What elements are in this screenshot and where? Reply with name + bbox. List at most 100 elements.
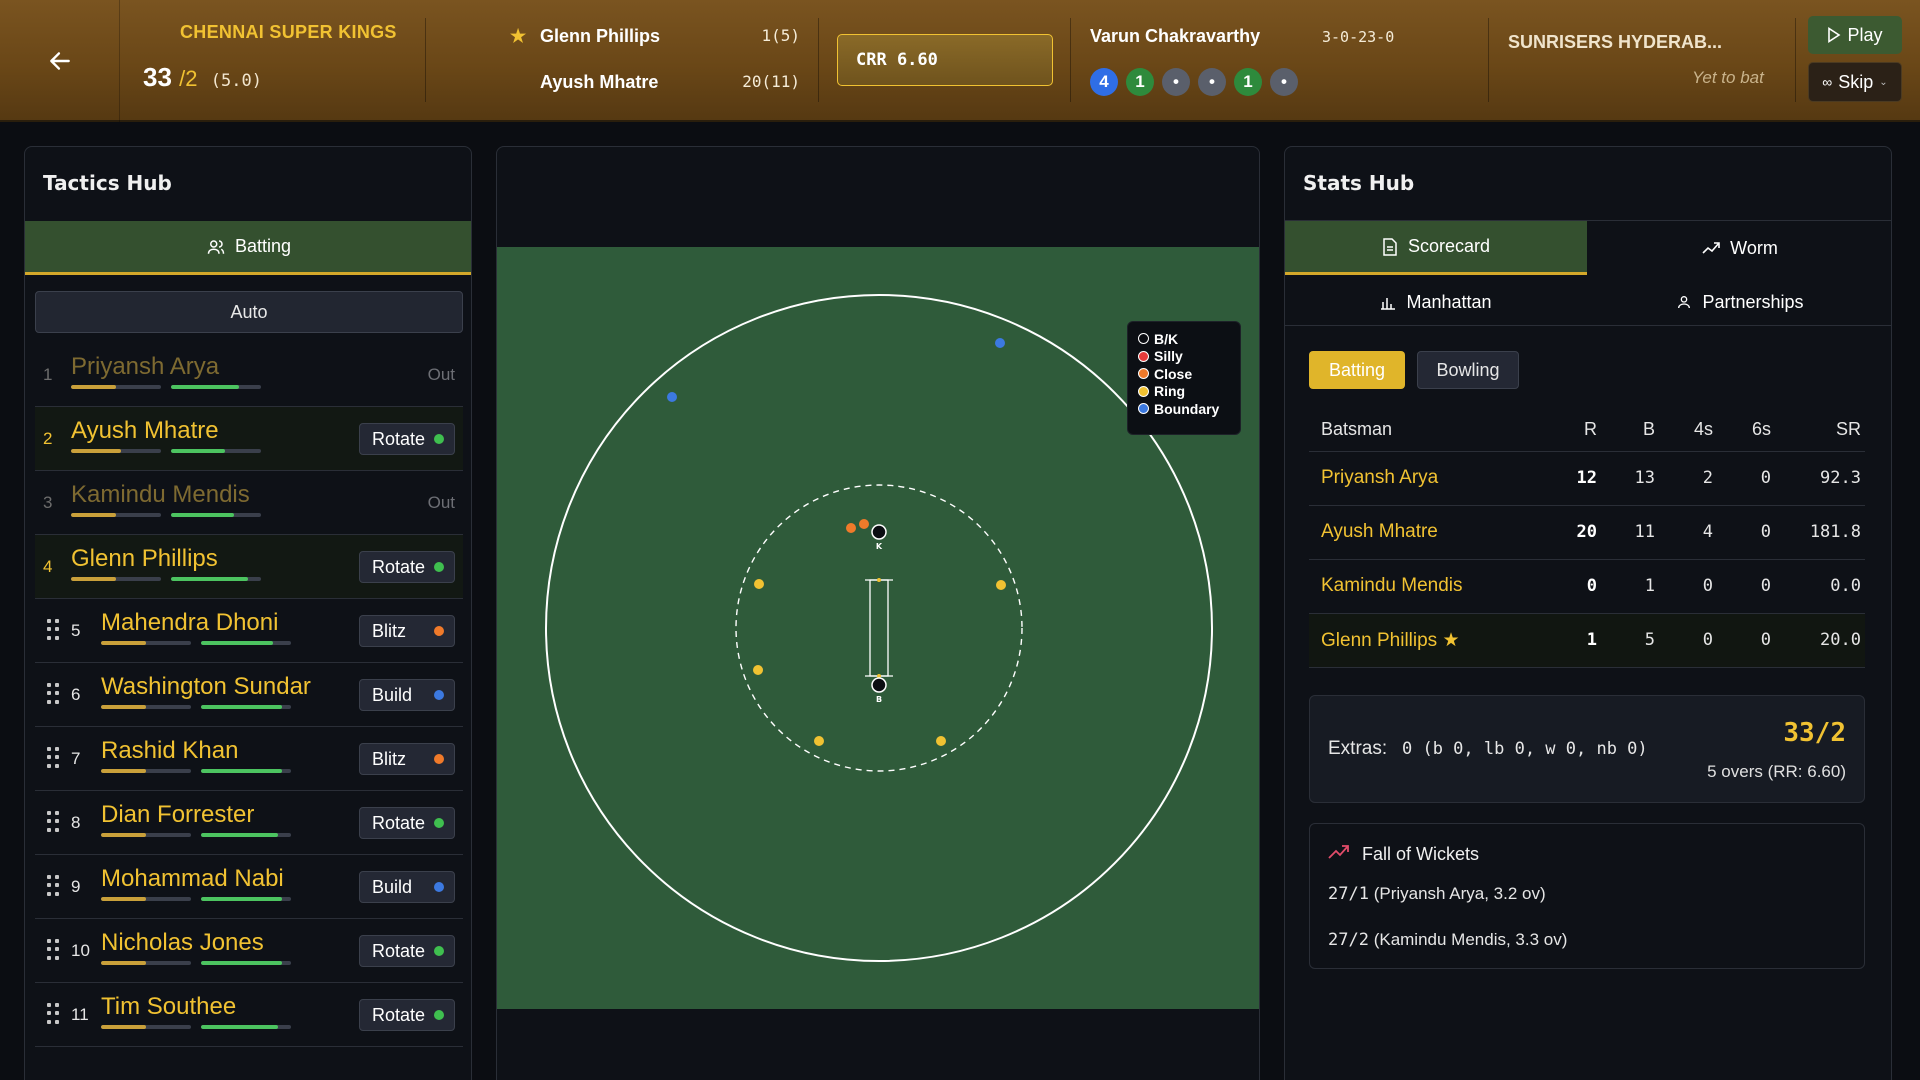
batsman-attribute-bars — [71, 449, 261, 453]
batting-order-row[interactable]: 5 Mahendra Dhoni Blitz — [35, 599, 463, 663]
strike-rate-cell: 181.8 — [1775, 505, 1865, 560]
mode-indicator-dot — [434, 690, 444, 700]
batting-order-row[interactable]: 7 Rashid Khan Blitz — [35, 727, 463, 791]
batting-order-row[interactable]: 4 Glenn Phillips Rotate — [35, 535, 463, 599]
fielder-close-1 — [846, 523, 856, 533]
segment-bowling[interactable]: Bowling — [1417, 351, 1519, 389]
batting-order-row[interactable]: 9 Mohammad Nabi Build — [35, 855, 463, 919]
mode-indicator-dot — [434, 754, 444, 764]
play-button[interactable]: Play — [1808, 16, 1902, 54]
fielder-ring-3 — [753, 665, 763, 675]
batting-position: 7 — [71, 749, 81, 768]
attribute-bar-2 — [171, 513, 261, 517]
fow-item: 27/1 (Priyansh Arya, 3.2 ov) — [1328, 884, 1546, 904]
batsman-name: Rashid Khan — [101, 737, 239, 764]
attribute-bar-2 — [171, 385, 261, 389]
fielder-keeper — [871, 524, 887, 540]
batting-position: 3 — [43, 493, 53, 512]
scorecard-row[interactable]: Ayush Mhatre 20 11 4 0 181.8 — [1309, 505, 1865, 560]
auto-button[interactable]: Auto — [35, 291, 463, 333]
batting-order-row[interactable]: 6 Washington Sundar Build — [35, 663, 463, 727]
drag-handle-icon[interactable] — [47, 747, 61, 769]
tab-worm[interactable]: Worm — [1587, 221, 1891, 275]
opponent-status: Yet to bat — [1692, 68, 1764, 87]
strike-rate-cell: 92.3 — [1775, 451, 1865, 506]
batsman-attribute-bars — [71, 385, 261, 389]
batting-order-row[interactable]: 2 Ayush Mhatre Rotate — [35, 407, 463, 471]
fall-of-wickets-card: Fall of Wickets 27/1 (Priyansh Arya, 3.2… — [1309, 823, 1865, 969]
batting-position: 8 — [71, 813, 81, 832]
fow-score: 27/2 — [1328, 930, 1369, 950]
drag-handle-icon[interactable] — [47, 939, 61, 961]
batsman-attribute-bars — [71, 513, 261, 517]
trend-up-icon — [1328, 845, 1349, 859]
batting-order-row[interactable]: 1 Priyansh Arya Out — [35, 343, 463, 407]
bowler-label: B — [876, 695, 882, 704]
batting-order-row[interactable]: 8 Dian Forrester Rotate — [35, 791, 463, 855]
batting-mode-label: Blitz — [372, 620, 407, 641]
balls-cell: 11 — [1601, 505, 1659, 560]
drag-handle-icon[interactable] — [47, 811, 61, 833]
recent-ball: • — [1270, 68, 1298, 96]
sixes-cell: 0 — [1717, 613, 1775, 668]
batting-mode-label: Rotate — [372, 812, 426, 833]
batsman-name: Washington Sundar — [101, 673, 311, 700]
batting-mode-select[interactable]: Rotate — [359, 935, 455, 967]
tab-manhattan[interactable]: Manhattan — [1285, 275, 1587, 329]
drag-handle-icon[interactable] — [47, 1003, 61, 1025]
tab-partnerships[interactable]: Partnerships — [1587, 275, 1891, 329]
runs-cell: 1 — [1541, 613, 1601, 668]
tab-batting[interactable]: Batting — [25, 221, 471, 275]
attribute-bar-1 — [101, 833, 191, 837]
segment-batting[interactable]: Batting — [1309, 351, 1405, 389]
legend-label: B/K — [1154, 330, 1179, 347]
runs-cell: 12 — [1541, 451, 1601, 506]
batting-mode-select[interactable]: Rotate — [359, 423, 455, 455]
scorecard-row[interactable]: Priyansh Arya 12 13 2 0 92.3 — [1309, 451, 1865, 506]
batsman-cell: Priyansh Arya — [1309, 451, 1541, 506]
batting-mode-select[interactable]: Build — [359, 679, 455, 711]
attribute-bar-1 — [101, 1025, 191, 1029]
batting-mode-select[interactable]: Rotate — [359, 551, 455, 583]
balls-cell: 5 — [1601, 613, 1659, 668]
batting-order-row[interactable]: 3 Kamindu Mendis Out — [35, 471, 463, 535]
attribute-bar-2 — [201, 961, 291, 965]
attribute-bar-2 — [201, 833, 291, 837]
strike-rate-cell: 0.0 — [1775, 559, 1865, 614]
runs-cell: 20 — [1541, 505, 1601, 560]
batting-mode-select[interactable]: Blitz — [359, 615, 455, 647]
batting-mode-label: Rotate — [372, 1004, 426, 1025]
drag-handle-icon[interactable] — [47, 875, 61, 897]
runs-cell: 0 — [1541, 559, 1601, 614]
attribute-bar-2 — [201, 769, 291, 773]
user-icon — [1678, 296, 1691, 309]
fow-score: 27/1 — [1328, 884, 1369, 904]
batting-mode-select[interactable]: Build — [359, 871, 455, 903]
legend-item: Close — [1138, 365, 1230, 383]
tab-scorecard-label: Scorecard — [1407, 236, 1491, 256]
bowler-figures: 3-0-23-0 — [1322, 28, 1395, 46]
tab-scorecard[interactable]: Scorecard — [1285, 221, 1587, 275]
skip-dropdown[interactable]: ∞ Skip ⌄ — [1808, 62, 1902, 102]
batting-position: 4 — [43, 557, 53, 576]
back-button[interactable] — [0, 0, 120, 122]
recent-ball: • — [1162, 68, 1190, 96]
drag-handle-icon[interactable] — [47, 619, 61, 641]
batting-team-name: CHENNAI SUPER KINGS — [180, 22, 397, 42]
stats-hub-panel: Stats Hub Scorecard Worm Manhattan Partn… — [1284, 146, 1892, 1080]
bowler-name: Varun Chakravarthy — [1090, 26, 1261, 46]
batting-order-row[interactable]: 11 Tim Southee Rotate — [35, 983, 463, 1047]
tab-batting-label: Batting — [234, 236, 292, 256]
attribute-bar-2 — [171, 577, 261, 581]
scorecard-row[interactable]: Kamindu Mendis 0 1 0 0 0.0 — [1309, 559, 1865, 614]
batting-mode-select[interactable]: Rotate — [359, 807, 455, 839]
play-icon — [1828, 27, 1841, 43]
scorecard-row[interactable]: Glenn Phillips ★ 1 5 0 0 20.0 — [1309, 613, 1865, 668]
striker-name: Glenn Phillips — [540, 26, 661, 46]
out-status: Out — [427, 493, 455, 512]
batting-mode-select[interactable]: Blitz — [359, 743, 455, 775]
field-legend: B/K Silly Close Ring Boundary — [1127, 321, 1241, 435]
batting-mode-select[interactable]: Rotate — [359, 999, 455, 1031]
batting-order-row[interactable]: 10 Nicholas Jones Rotate — [35, 919, 463, 983]
drag-handle-icon[interactable] — [47, 683, 61, 705]
